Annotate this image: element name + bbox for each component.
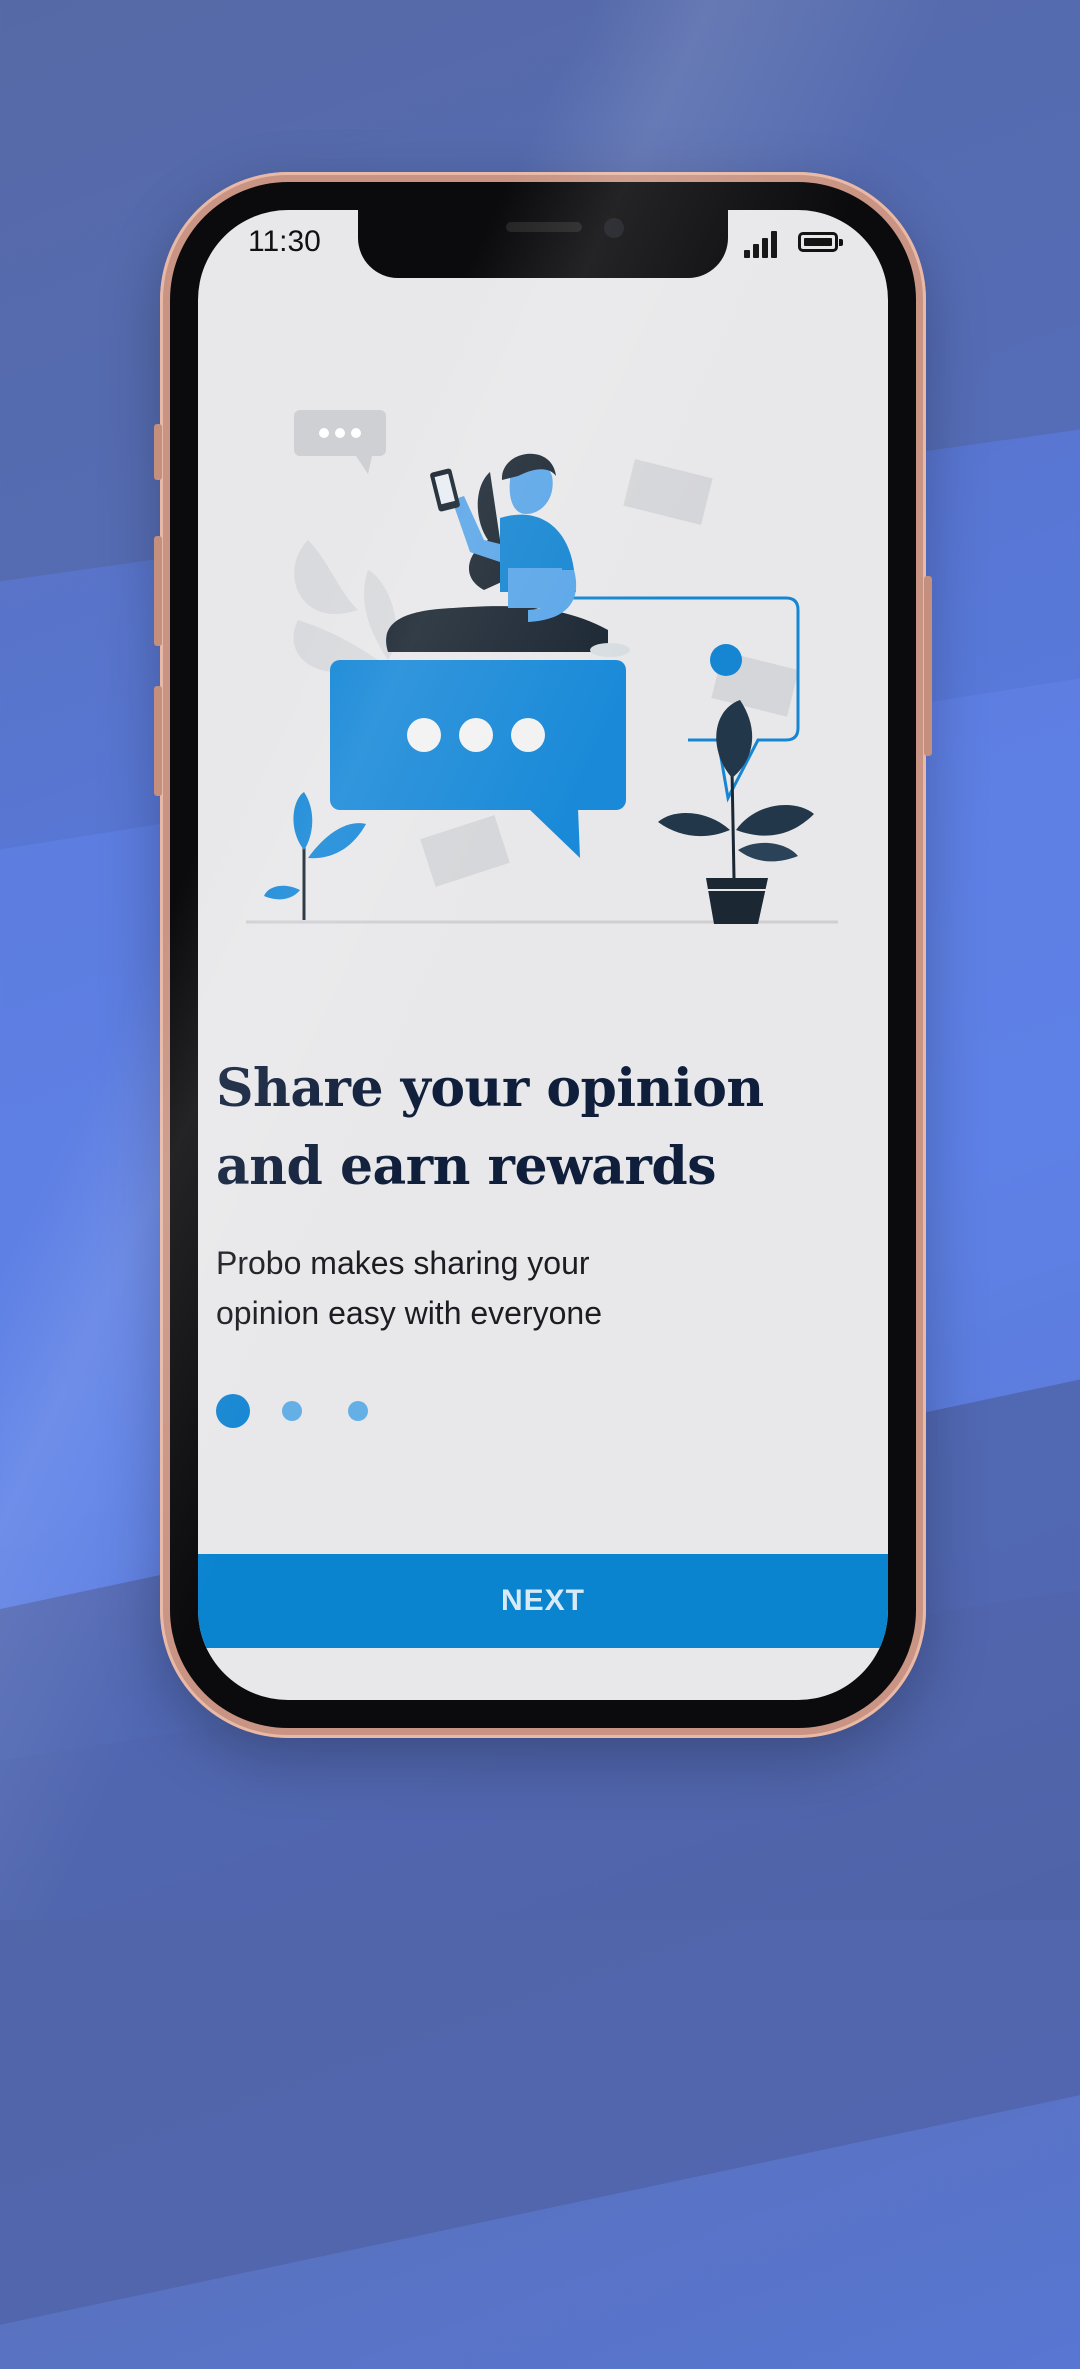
plant-icon bbox=[264, 792, 366, 920]
page-dot[interactable] bbox=[348, 1401, 368, 1421]
phone-power-button bbox=[924, 576, 932, 756]
potted-plant-icon bbox=[658, 700, 814, 924]
phone-screen: 11:30 Share your opinion and earn reward… bbox=[198, 210, 888, 1700]
headline-line-2: and earn rewards bbox=[216, 1136, 717, 1197]
headline-line-1: Share your opinion bbox=[216, 1058, 764, 1119]
small-chat-bubble-icon bbox=[294, 410, 386, 474]
notch bbox=[358, 210, 728, 278]
subtitle-line-2: opinion easy with everyone bbox=[216, 1295, 603, 1331]
phone-volume-up-button bbox=[154, 536, 162, 646]
phone-volume-down-button bbox=[154, 686, 162, 796]
front-camera bbox=[604, 218, 624, 238]
onboarding-illustration bbox=[246, 410, 838, 924]
page-dot[interactable] bbox=[282, 1401, 302, 1421]
phone-silent-switch bbox=[154, 424, 162, 480]
onboarding-subtitle: Probo makes sharing your opinion easy wi… bbox=[216, 1238, 776, 1338]
earpiece-speaker bbox=[506, 222, 582, 232]
cellular-signal-icon bbox=[744, 228, 784, 258]
next-button[interactable]: NEXT bbox=[198, 1554, 888, 1648]
subtitle-line-1: Probo makes sharing your bbox=[216, 1245, 590, 1281]
onboarding-headline: Share your opinion and earn rewards bbox=[216, 1050, 836, 1206]
page-dot-active[interactable] bbox=[216, 1394, 250, 1428]
battery-icon bbox=[798, 232, 843, 252]
person-figure bbox=[386, 453, 630, 657]
status-time: 11:30 bbox=[248, 225, 321, 258]
